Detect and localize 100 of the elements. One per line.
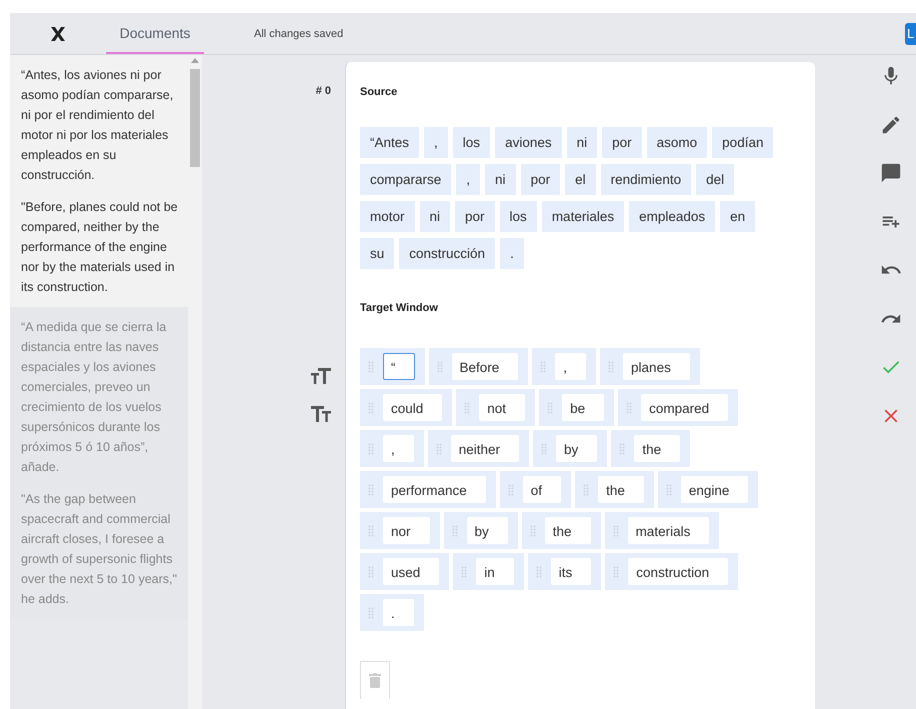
token-tile[interactable]: compared xyxy=(618,389,738,426)
drag-handle-icon[interactable] xyxy=(368,402,374,414)
token-tile[interactable]: its xyxy=(528,553,602,590)
source-token[interactable]: los xyxy=(452,127,490,158)
source-token[interactable]: por xyxy=(455,201,495,232)
token-tile[interactable]: , xyxy=(532,348,596,385)
source-token[interactable]: su xyxy=(360,238,394,269)
token-tile[interactable]: engine xyxy=(658,471,758,508)
token-field[interactable]: the xyxy=(634,435,680,462)
token-tile[interactable]: neither xyxy=(428,430,530,467)
source-token[interactable]: por xyxy=(602,127,642,158)
scrollbar[interactable] xyxy=(188,55,202,709)
token-tile[interactable]: materials xyxy=(604,512,720,549)
token-tile[interactable]: . xyxy=(360,594,424,631)
token-field[interactable]: , xyxy=(383,435,414,462)
token-tile[interactable]: not xyxy=(456,389,536,426)
token-tile[interactable]: the xyxy=(522,512,601,549)
source-token[interactable]: empleados xyxy=(629,201,716,232)
token-field[interactable]: neither xyxy=(450,435,520,462)
drag-handle-icon[interactable] xyxy=(436,360,442,372)
source-token[interactable]: compararse xyxy=(360,164,452,195)
token-field[interactable]: “ xyxy=(383,353,414,380)
drag-handle-icon[interactable] xyxy=(368,524,374,536)
drag-handle-icon[interactable] xyxy=(368,442,374,454)
drag-handle-icon[interactable] xyxy=(608,360,614,372)
drag-handle-icon[interactable] xyxy=(436,442,442,454)
source-token[interactable]: construcción xyxy=(399,238,496,269)
token-tile[interactable]: “ xyxy=(360,348,424,385)
source-token[interactable]: aviones xyxy=(495,127,562,158)
drag-handle-icon[interactable] xyxy=(619,442,626,454)
token-field[interactable]: the xyxy=(544,517,591,544)
drag-handle-icon[interactable] xyxy=(464,402,470,414)
header-button[interactable]: L xyxy=(905,22,916,44)
source-token[interactable]: , xyxy=(456,164,480,195)
drag-handle-icon[interactable] xyxy=(368,566,374,578)
token-field[interactable]: the xyxy=(598,476,644,503)
source-token[interactable]: ni xyxy=(566,127,598,158)
token-field[interactable]: construction xyxy=(628,558,728,585)
token-field[interactable]: engine xyxy=(680,476,748,503)
drag-handle-icon[interactable] xyxy=(612,524,619,536)
source-token[interactable]: en xyxy=(720,201,756,232)
segment-item[interactable] xyxy=(10,55,188,307)
token-tile[interactable]: performance xyxy=(360,471,496,508)
token-field[interactable]: used xyxy=(383,558,440,585)
drag-handle-icon[interactable] xyxy=(452,524,458,536)
drag-handle-icon[interactable] xyxy=(536,566,542,578)
token-field[interactable]: nor xyxy=(383,517,430,544)
drag-handle-icon[interactable] xyxy=(540,360,546,372)
source-token[interactable]: “Antes xyxy=(360,127,420,158)
source-token[interactable]: rendimiento xyxy=(600,164,692,195)
token-tile[interactable]: Before xyxy=(428,348,528,385)
token-field[interactable]: , xyxy=(555,353,586,380)
token-tile[interactable]: planes xyxy=(600,348,700,385)
source-token[interactable]: materiales xyxy=(542,201,624,232)
drag-handle-icon[interactable] xyxy=(368,360,374,372)
delete-button[interactable] xyxy=(360,661,390,699)
source-token[interactable]: , xyxy=(424,127,448,158)
text-size-increase-icon[interactable] xyxy=(311,368,331,384)
source-token[interactable]: los xyxy=(500,201,537,232)
token-tile[interactable]: the xyxy=(611,430,690,467)
token-field[interactable]: in xyxy=(476,558,514,585)
token-field[interactable]: be xyxy=(562,394,604,421)
token-field[interactable]: by xyxy=(556,435,598,462)
drag-handle-icon[interactable] xyxy=(541,442,548,454)
token-tile[interactable]: by xyxy=(444,512,518,549)
token-field[interactable]: performance xyxy=(383,476,486,503)
drag-handle-icon[interactable] xyxy=(613,566,620,578)
token-tile[interactable]: , xyxy=(360,430,424,467)
token-field[interactable]: Before xyxy=(452,353,518,380)
drag-handle-icon[interactable] xyxy=(626,402,632,414)
source-token[interactable]: por xyxy=(520,164,560,195)
drag-handle-icon[interactable] xyxy=(530,524,536,536)
pencil-icon[interactable] xyxy=(880,114,902,136)
source-token[interactable]: ni xyxy=(420,201,450,232)
speech-bubble-icon[interactable] xyxy=(880,162,902,184)
token-tile[interactable]: nor xyxy=(360,512,440,549)
token-tile[interactable]: be xyxy=(539,389,614,426)
token-tile[interactable]: of xyxy=(500,471,572,508)
source-token[interactable]: el xyxy=(565,164,596,195)
source-token[interactable]: . xyxy=(500,238,524,269)
token-field[interactable]: not xyxy=(479,394,526,421)
token-field[interactable]: planes xyxy=(623,353,690,380)
token-field[interactable]: of xyxy=(522,476,562,503)
token-field[interactable]: its xyxy=(550,558,592,585)
token-field[interactable]: by xyxy=(466,517,508,544)
token-field[interactable]: . xyxy=(383,599,414,626)
source-token[interactable]: asomo xyxy=(646,127,708,158)
token-tile[interactable]: the xyxy=(575,471,654,508)
drag-handle-icon[interactable] xyxy=(547,402,554,414)
token-tile[interactable]: could xyxy=(360,389,452,426)
drag-handle-icon[interactable] xyxy=(461,566,468,578)
drag-handle-icon[interactable] xyxy=(583,484,590,496)
drag-handle-icon[interactable] xyxy=(666,484,672,496)
token-tile[interactable]: by xyxy=(533,430,608,467)
source-token[interactable]: motor xyxy=(360,201,415,232)
token-field[interactable]: could xyxy=(383,394,442,421)
token-tile[interactable]: construction xyxy=(605,553,738,590)
source-token[interactable]: del xyxy=(696,164,734,195)
token-tile[interactable]: used xyxy=(360,553,450,590)
text-size-decrease-icon[interactable] xyxy=(311,406,331,422)
